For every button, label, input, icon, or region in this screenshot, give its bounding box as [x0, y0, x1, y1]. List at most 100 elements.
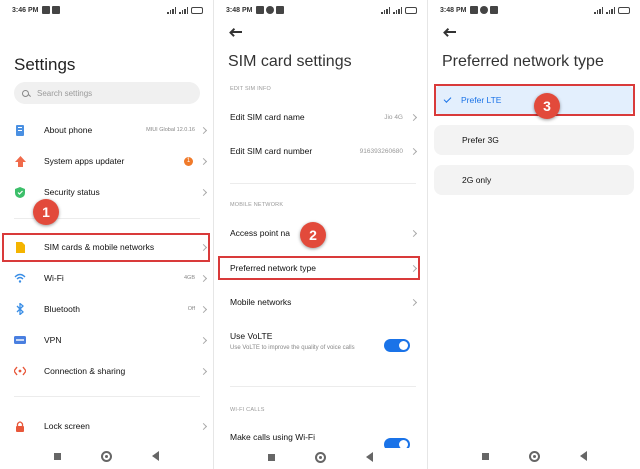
vpn-icon	[14, 334, 26, 346]
section-label-wifi-calls: WI-FI CALLS	[230, 407, 265, 413]
sim-settings-screen: 3:48 PM SIM card settings EDIT SIM INFO …	[214, 0, 427, 469]
notification-icon	[470, 6, 479, 14]
navigation-bar	[214, 448, 427, 466]
signal-icon	[594, 6, 603, 14]
signal-icon	[606, 6, 615, 14]
chevron-right-icon	[199, 422, 208, 430]
recents-button[interactable]	[481, 452, 489, 460]
status-time: 3:46 PM	[12, 6, 39, 14]
update-count-badge: 1	[184, 156, 193, 166]
option-prefer-3g[interactable]: Prefer 3G	[434, 125, 634, 155]
signal-icon	[381, 6, 390, 14]
settings-item-label: VPN	[44, 335, 62, 345]
settings-item-label: System apps updater	[44, 156, 125, 166]
divider	[230, 386, 416, 387]
status-time: 3:48 PM	[226, 6, 253, 14]
chevron-right-icon	[199, 126, 208, 134]
settings-item-label: Wi-Fi	[44, 273, 64, 283]
home-button[interactable]	[315, 451, 326, 463]
settings-item-label: About phone	[44, 125, 93, 135]
page-title: Settings	[14, 55, 76, 74]
back-button[interactable]	[366, 452, 373, 462]
back-button[interactable]	[579, 451, 587, 461]
settings-item-system-apps-updater[interactable]: System apps updater 1	[14, 151, 208, 171]
signal-icon	[393, 6, 402, 14]
status-bar: 3:48 PM	[440, 4, 630, 16]
phone-icon	[14, 124, 26, 136]
settings-item-value: 4GB	[183, 275, 195, 281]
settings-item-value: MIUI Global 12.0.16	[146, 127, 195, 133]
settings-item-connection-sharing[interactable]: Connection & sharing	[14, 361, 208, 381]
settings-item-vpn[interactable]: VPN	[14, 330, 208, 350]
volte-description: Use VoLTE to improve the quality of voic…	[230, 345, 355, 351]
search-input[interactable]: Search settings	[14, 82, 200, 104]
chevron-right-icon	[409, 113, 418, 121]
preferred-network-screen: 3:48 PM Preferred network type Prefer LT…	[428, 0, 640, 469]
sim-number-value: 916393260680	[359, 147, 403, 155]
settings-screen: 3:46 PM Settings Search settings About p…	[0, 0, 213, 469]
page-title: SIM card settings	[228, 53, 352, 70]
back-arrow-icon[interactable]	[229, 27, 242, 37]
signal-icon	[167, 6, 176, 14]
edit-sim-name-row[interactable]: Edit SIM card name Jio 4G	[230, 112, 418, 122]
search-placeholder: Search settings	[37, 88, 93, 98]
notification-icon	[42, 6, 51, 14]
row-label: Edit SIM card number	[230, 146, 313, 156]
edit-sim-number-row[interactable]: Edit SIM card number 916393260680	[230, 146, 418, 156]
connection-sharing-icon	[14, 365, 26, 377]
row-label: Make calls using Wi-Fi	[230, 432, 316, 442]
battery-icon	[618, 6, 630, 14]
recents-button[interactable]	[268, 453, 275, 461]
whatsapp-icon	[480, 6, 489, 14]
back-button[interactable]	[152, 451, 159, 461]
home-button[interactable]	[528, 450, 540, 462]
row-label: Access point na	[230, 228, 291, 238]
section-label-mobile-network: MOBILE NETWORK	[230, 202, 284, 208]
step-badge-1: 1	[33, 199, 59, 225]
home-button[interactable]	[101, 450, 112, 462]
divider	[230, 183, 416, 184]
row-label: Mobile networks	[230, 297, 292, 307]
divider	[14, 396, 200, 397]
status-time: 3:48 PM	[440, 6, 467, 14]
chevron-right-icon	[199, 274, 208, 282]
chevron-right-icon	[409, 147, 418, 155]
settings-item-label: Connection & sharing	[44, 366, 126, 376]
settings-item-about-phone[interactable]: About phone MIUI Global 12.0.16	[14, 120, 208, 140]
option-2g-only[interactable]: 2G only	[434, 165, 634, 195]
settings-item-value: Off	[187, 306, 195, 312]
status-bar: 3:46 PM	[12, 4, 203, 16]
step-badge-2: 2	[300, 222, 326, 248]
navigation-bar	[0, 449, 213, 463]
arrow-up-icon	[14, 155, 26, 167]
row-label: Edit SIM card name	[230, 112, 305, 122]
back-arrow-icon[interactable]	[443, 27, 456, 37]
notification-icon	[256, 6, 265, 14]
option-label: 2G only	[462, 175, 492, 185]
battery-icon	[405, 6, 417, 14]
highlight-box-preferred-network	[218, 256, 420, 280]
settings-item-bluetooth[interactable]: Bluetooth Off	[14, 299, 208, 319]
sim-name-value: Jio 4G	[384, 113, 403, 121]
chevron-right-icon	[199, 305, 208, 313]
settings-item-wifi[interactable]: Wi-Fi 4GB	[14, 268, 208, 288]
lock-icon	[14, 420, 26, 432]
mobile-networks-row[interactable]: Mobile networks	[230, 297, 418, 307]
battery-icon	[191, 6, 203, 14]
status-bar: 3:48 PM	[226, 4, 417, 16]
highlight-box-sim-cards	[2, 233, 210, 262]
chevron-right-icon	[199, 188, 208, 196]
chevron-right-icon	[409, 229, 418, 237]
bluetooth-icon	[14, 303, 26, 315]
section-label-edit-sim: EDIT SIM INFO	[230, 86, 272, 92]
signal-icon	[179, 6, 188, 14]
settings-item-label: Security status	[44, 187, 100, 197]
chevron-right-icon	[199, 336, 208, 344]
notification-icon	[276, 6, 285, 14]
volte-toggle[interactable]	[384, 339, 410, 352]
settings-item-label: Lock screen	[44, 421, 90, 431]
recents-button[interactable]	[54, 452, 61, 460]
search-icon	[22, 89, 29, 97]
chevron-right-icon	[409, 298, 418, 306]
settings-item-lock-screen[interactable]: Lock screen	[14, 416, 208, 436]
